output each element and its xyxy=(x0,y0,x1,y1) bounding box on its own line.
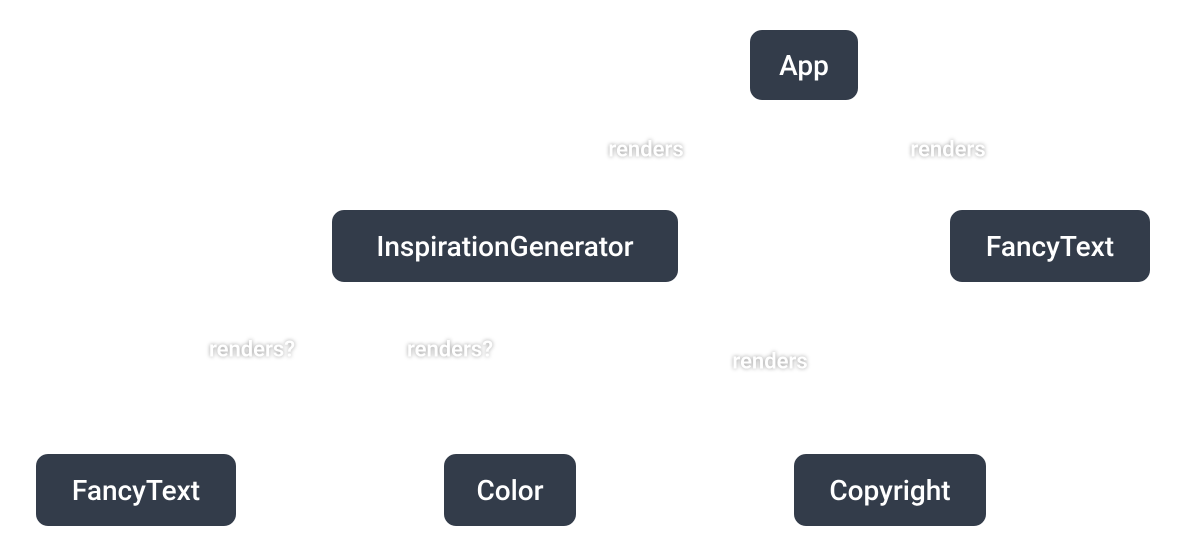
edge-ig-to-fancytext-left xyxy=(135,284,380,452)
node-fancytext-right: FancyText xyxy=(948,208,1152,284)
node-label: Copyright xyxy=(829,474,950,507)
node-fancytext-left: FancyText xyxy=(34,452,238,528)
node-copyright: Copyright xyxy=(792,452,988,528)
node-inspiration-generator: InspirationGenerator xyxy=(330,208,680,284)
node-app: App xyxy=(748,28,860,102)
edge-ig-to-color xyxy=(380,284,510,452)
node-label: FancyText xyxy=(72,474,200,507)
edge-label-app-fancytext-right: renders xyxy=(910,138,985,163)
edge-label-ig-color: renders? xyxy=(407,338,493,363)
edge-label-ig-fancytext-left: renders? xyxy=(209,338,295,363)
component-tree-diagram: App InspirationGenerator FancyText Fancy… xyxy=(0,0,1200,535)
node-color: Color xyxy=(442,452,578,528)
edge-label-app-ig: renders xyxy=(608,138,683,163)
node-label: App xyxy=(779,49,829,82)
node-label: InspirationGenerator xyxy=(376,230,633,263)
edge-label-ig-copyright: renders xyxy=(732,350,807,375)
node-label: Color xyxy=(476,474,543,507)
node-label: FancyText xyxy=(986,230,1114,263)
